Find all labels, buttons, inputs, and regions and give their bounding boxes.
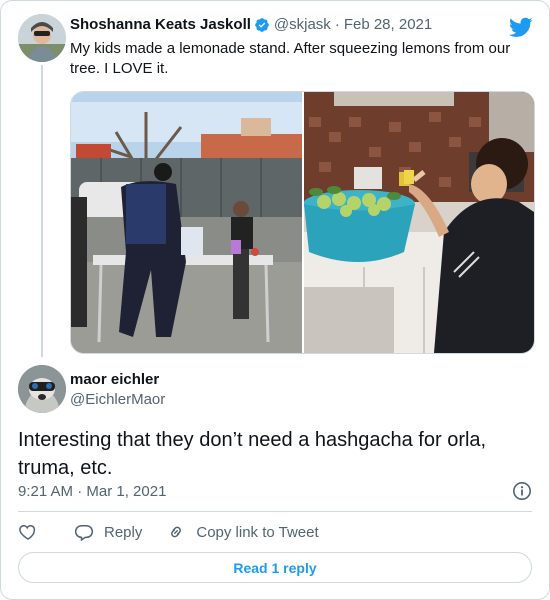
thread-connector-line bbox=[41, 65, 43, 357]
link-icon bbox=[166, 522, 196, 542]
reply-author-name[interactable]: maor eichler bbox=[70, 371, 159, 388]
parent-author-handle[interactable]: @skjask bbox=[274, 16, 331, 33]
parent-tweet-date[interactable]: Feb 28, 2021 bbox=[344, 16, 432, 33]
like-button[interactable] bbox=[18, 522, 48, 542]
read-replies-button[interactable]: Read 1 reply bbox=[18, 552, 532, 583]
reply-timestamp[interactable]: 9:21 AM · Mar 1, 2021 bbox=[18, 483, 166, 500]
info-icon[interactable] bbox=[512, 481, 532, 506]
parent-author-avatar[interactable] bbox=[18, 14, 66, 62]
copy-link-button[interactable]: Copy link to Tweet bbox=[166, 522, 319, 542]
reply-button[interactable]: Reply bbox=[74, 522, 142, 542]
verified-badge-icon bbox=[254, 17, 270, 33]
reply-author-handle[interactable]: @EichlerMaor bbox=[70, 391, 165, 408]
reply-author-avatar[interactable] bbox=[18, 365, 66, 413]
lemonade-stand-photo[interactable] bbox=[71, 92, 304, 353]
parent-tweet-header: Shoshanna Keats Jaskoll @skjask · Feb 28… bbox=[70, 16, 432, 33]
heart-icon bbox=[18, 522, 48, 542]
reply-label: Reply bbox=[104, 523, 143, 541]
copy-link-label: Copy link to Tweet bbox=[196, 523, 319, 541]
meta-separator: · bbox=[334, 16, 340, 33]
kid-squeezing-lemons-photo[interactable] bbox=[304, 92, 534, 353]
divider-line bbox=[18, 511, 532, 512]
parent-tweet-text: My kids made a lemonade stand. After squ… bbox=[70, 40, 511, 77]
reply-tweet-text: Interesting that they don’t need a hashg… bbox=[18, 429, 487, 479]
tweet-media-grid[interactable] bbox=[70, 91, 535, 354]
parent-author-name[interactable]: Shoshanna Keats Jaskoll bbox=[70, 16, 251, 33]
tweet-actions-bar: Reply Copy link to Tweet bbox=[18, 520, 319, 544]
reply-bubble-icon bbox=[74, 522, 104, 542]
tweet-embed-card: Shoshanna Keats Jaskoll @skjask · Feb 28… bbox=[0, 0, 550, 600]
